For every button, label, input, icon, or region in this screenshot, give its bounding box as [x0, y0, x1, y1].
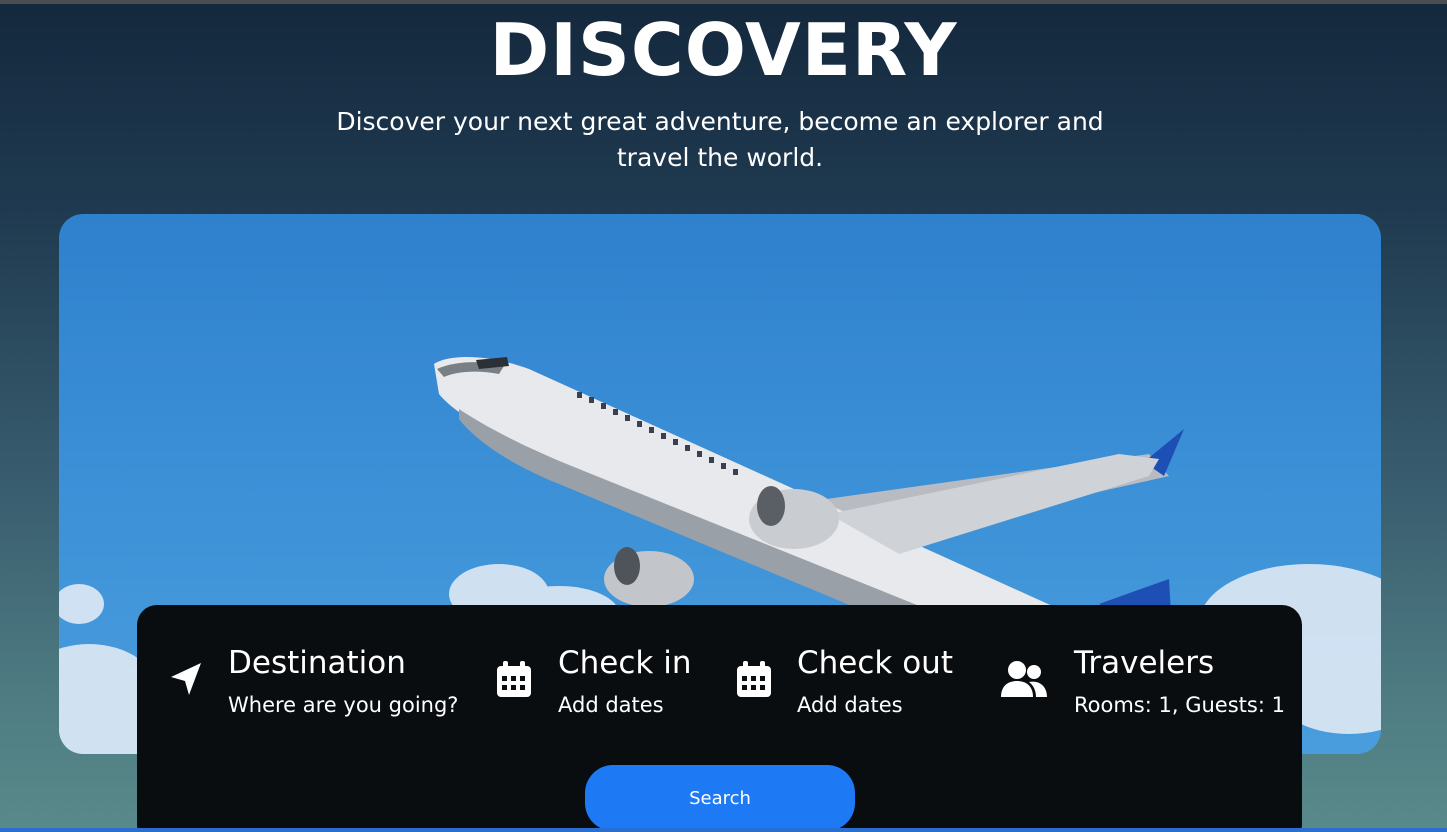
check-out-label: Check out: [797, 645, 953, 681]
window-top-border: [0, 0, 1447, 4]
destination-value: Where are you going?: [228, 693, 459, 717]
calendar-icon: [734, 659, 774, 699]
check-in-value: Add dates: [558, 693, 664, 717]
check-in-label: Check in: [558, 645, 692, 681]
travelers-value: Rooms: 1, Guests: 1: [1074, 693, 1285, 717]
calendar-icon: [494, 659, 534, 699]
page-subtitle: Discover your next great adventure, beco…: [336, 107, 1104, 172]
location-arrow-icon: [167, 659, 207, 699]
destination-label: Destination: [228, 645, 406, 681]
search-button[interactable]: Search: [585, 765, 855, 831]
travelers-label: Travelers: [1074, 645, 1215, 681]
page-title: DISCOVERY: [489, 8, 958, 92]
window-bottom-border: [0, 828, 1447, 832]
search-panel: Destination Where are you going? Check i…: [137, 605, 1302, 832]
check-out-value: Add dates: [797, 693, 903, 717]
users-icon: [999, 659, 1049, 699]
